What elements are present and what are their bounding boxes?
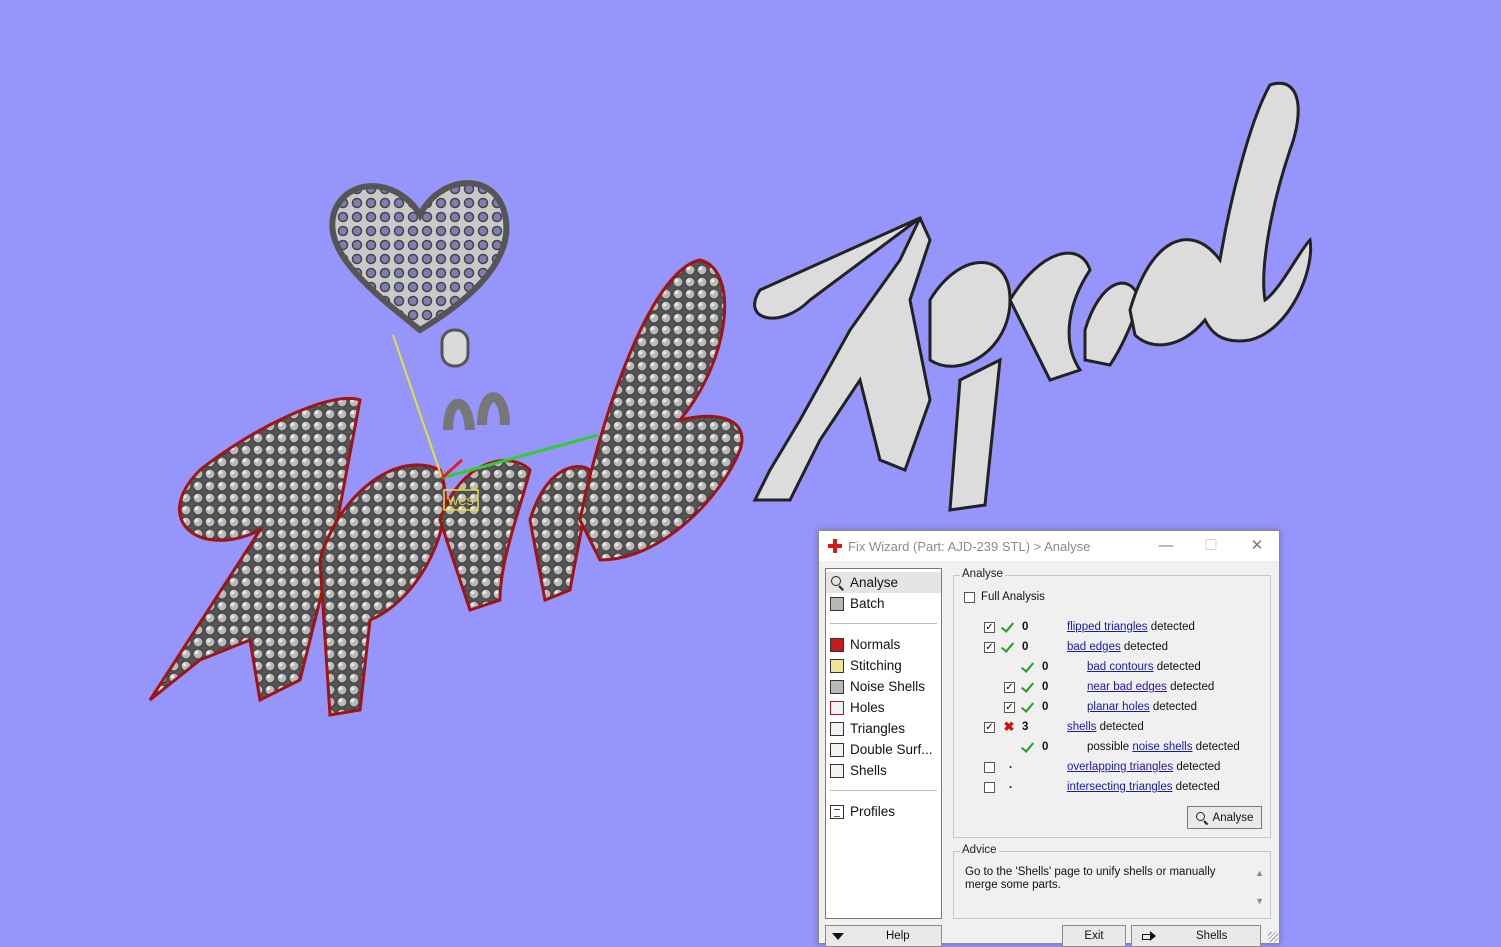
dialog-titlebar[interactable]: Fix Wizard (Part: AJD-239 STL) > Analyse… — [819, 531, 1279, 561]
ok-check-icon — [1021, 660, 1037, 674]
ok-check-icon — [1021, 740, 1037, 754]
bad-edges-row: bad edges detected — [1067, 641, 1169, 653]
flipped-triangles-row: flipped triangles detected — [1067, 621, 1195, 633]
ok-check-icon — [1021, 680, 1037, 694]
overlapping-triangles-link[interactable]: overlapping triangles — [1067, 761, 1173, 773]
wcs-label: WCS — [448, 496, 474, 508]
flipped-triangles-count: 0 — [1022, 621, 1029, 633]
profiles-icon — [830, 804, 844, 819]
intersecting-triangles-checkbox[interactable] — [984, 782, 995, 793]
flipped-triangles-checkbox[interactable]: ✓ — [984, 622, 995, 633]
heart-pendant — [329, 180, 510, 368]
shells-link[interactable]: shells — [1067, 721, 1096, 733]
noise-shells-row: possible noise shells detected — [1087, 741, 1240, 753]
full-analysis-checkbox[interactable] — [964, 592, 975, 603]
sidebar-item-stitching[interactable]: Stitching — [826, 655, 941, 676]
double-surfaces-icon — [830, 742, 844, 757]
shells-count: 3 — [1022, 721, 1029, 733]
sidebar-item-shells[interactable]: Shells — [826, 760, 941, 781]
bad-edges-checkbox[interactable]: ✓ — [984, 642, 995, 653]
intersecting-triangles-count: . — [1009, 779, 1013, 791]
close-icon[interactable]: ✕ — [1248, 537, 1266, 555]
advice-group-label: Advice — [960, 844, 999, 856]
triangle-down-icon — [832, 932, 844, 940]
near-bad-edges-link[interactable]: near bad edges — [1087, 681, 1167, 693]
sidebar-item-triangles[interactable]: Triangles — [826, 718, 941, 739]
analyse-group-label: Analyse — [960, 568, 1005, 580]
sidebar-separator — [830, 623, 937, 624]
bail-loops — [443, 392, 510, 431]
near-bad-edges-row: near bad edges detected — [1087, 681, 1215, 693]
bad-edges-link[interactable]: bad edges — [1067, 641, 1121, 653]
near-bad-edges-count: 0 — [1042, 681, 1049, 693]
triangles-icon — [830, 721, 844, 736]
scroll-up-icon[interactable]: ▲ — [1255, 868, 1264, 878]
error-cross-icon: ✖ — [1003, 719, 1015, 734]
holes-icon — [830, 700, 844, 715]
batch-icon — [830, 596, 844, 611]
advice-text: Go to the 'Shells' page to unify shells … — [965, 866, 1216, 891]
analyse-button[interactable]: Analyse — [1187, 806, 1262, 829]
sidebar-item-holes[interactable]: Holes — [826, 697, 941, 718]
sidebar-item-profiles[interactable]: Profiles — [826, 801, 941, 822]
ok-check-icon — [1001, 640, 1017, 654]
noise-shells-count: 0 — [1042, 741, 1049, 753]
ok-check-icon — [1021, 700, 1037, 714]
planar-holes-link[interactable]: planar holes — [1087, 701, 1150, 713]
shells-row: shells detected — [1067, 721, 1144, 733]
iced-april-script — [148, 258, 744, 717]
advice-group: Advice Go to the 'Shells' page to unify … — [953, 844, 1271, 919]
overlapping-triangles-checkbox[interactable] — [984, 762, 995, 773]
bad-edges-count: 0 — [1022, 641, 1029, 653]
scroll-down-icon[interactable]: ▼ — [1255, 896, 1264, 906]
sidebar-item-normals[interactable]: Normals — [826, 634, 941, 655]
dialog-title: Fix Wizard (Part: AJD-239 STL) > Analyse — [848, 538, 1091, 554]
analyse-group: Analyse Full Analysis ✓ 0 flipped triang… — [953, 568, 1271, 838]
noise-shells-link[interactable]: noise shells — [1132, 741, 1192, 753]
full-analysis-label: Full Analysis — [981, 591, 1045, 603]
sidebar-item-analyse[interactable]: Analyse — [826, 572, 941, 593]
sidebar-separator — [830, 790, 937, 791]
flat-april-cutout — [752, 81, 1313, 512]
ok-check-icon — [1001, 620, 1017, 634]
wizard-sidebar: Analyse Batch Normals Stitching Noise Sh… — [825, 568, 942, 919]
noise-shells-icon — [830, 679, 844, 694]
planar-holes-checkbox[interactable]: ✓ — [1004, 702, 1015, 713]
magnifier-icon — [830, 575, 844, 590]
intersecting-triangles-row: intersecting triangles detected — [1067, 781, 1220, 793]
near-bad-edges-checkbox[interactable]: ✓ — [1004, 682, 1015, 693]
normals-icon — [830, 637, 844, 652]
shells-checkbox[interactable]: ✓ — [984, 722, 995, 733]
overlapping-triangles-count: . — [1009, 759, 1013, 771]
bad-contours-link[interactable]: bad contours — [1087, 661, 1154, 673]
minimize-icon[interactable]: — — [1157, 537, 1175, 555]
flipped-triangles-link[interactable]: flipped triangles — [1067, 621, 1148, 633]
sidebar-item-double-surfaces[interactable]: Double Surf... — [826, 739, 941, 760]
stitching-icon — [830, 658, 844, 673]
intersecting-triangles-link[interactable]: intersecting triangles — [1067, 781, 1172, 793]
bad-contours-count: 0 — [1042, 661, 1049, 673]
shells-icon — [830, 763, 844, 778]
planar-holes-row: planar holes detected — [1087, 701, 1197, 713]
resize-grip-icon[interactable] — [1268, 932, 1278, 942]
arrow-right-icon — [1142, 931, 1156, 941]
planar-holes-count: 0 — [1042, 701, 1049, 713]
red-cross-app-icon — [828, 539, 842, 553]
sidebar-item-noise-shells[interactable]: Noise Shells — [826, 676, 941, 697]
bad-contours-row: bad contours detected — [1087, 661, 1201, 673]
overlapping-triangles-row: overlapping triangles detected — [1067, 761, 1221, 773]
sidebar-item-batch[interactable]: Batch — [826, 593, 941, 614]
fix-wizard-dialog: Fix Wizard (Part: AJD-239 STL) > Analyse… — [818, 530, 1280, 947]
magnifier-icon — [1195, 811, 1208, 824]
maximize-icon[interactable]: ☐ — [1202, 537, 1220, 555]
